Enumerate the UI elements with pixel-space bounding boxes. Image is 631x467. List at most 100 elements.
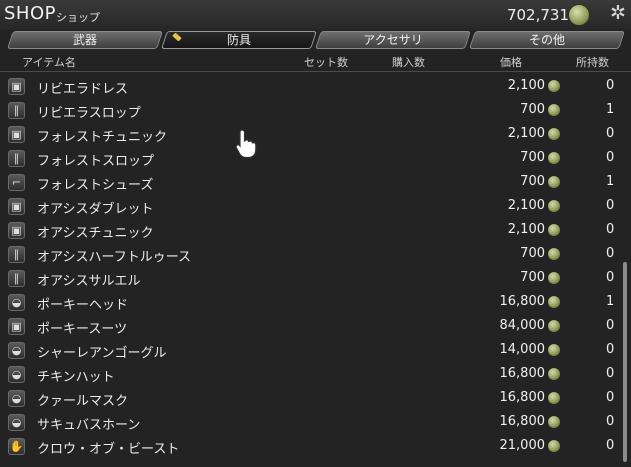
item-price: 84,000 <box>499 318 546 333</box>
item-name: リビエラドレス <box>37 82 129 97</box>
body-armor-icon: ▣ <box>8 126 25 143</box>
shop-item-row[interactable]: ✋ クロウ・オブ・ビースト 21,000 0 <box>0 434 631 458</box>
gil-coin-icon <box>548 296 560 308</box>
column-header: アイテム名 セット数 購入数 価格 所持数 <box>0 53 631 72</box>
head-armor-icon: ◒ <box>8 294 25 311</box>
shop-item-row[interactable]: ▣ リビエラドレス 2,100 0 <box>0 74 631 98</box>
item-owned-count: 1 <box>606 174 615 189</box>
tab-other[interactable]: その他 <box>469 31 625 49</box>
boots-icon: ⌐ <box>8 174 25 191</box>
category-tabs: 武器 防具 アクセサリ その他 <box>6 31 626 51</box>
item-name: オアシスハーフトルゥース <box>37 250 192 265</box>
item-owned-count: 0 <box>606 342 615 357</box>
scrollbar[interactable] <box>623 262 627 462</box>
item-owned-count: 0 <box>606 318 615 333</box>
item-name: クァールマスク <box>37 394 129 409</box>
body-armor-icon: ▣ <box>8 318 25 335</box>
legs-armor-icon: ∥ <box>8 270 25 287</box>
legs-armor-icon: ∥ <box>8 150 25 167</box>
item-price: 700 <box>520 150 545 165</box>
tab-label: 武器 <box>72 33 97 47</box>
column-owned: 所持数 <box>576 56 609 69</box>
shop-item-row[interactable]: ▣ オアシスチュニック 2,100 0 <box>0 218 631 242</box>
shop-item-row[interactable]: ◒ クァールマスク 16,800 0 <box>0 386 631 410</box>
gil-amount: 702,731 <box>506 6 569 24</box>
shop-item-row[interactable]: ∥ オアシスサルエル 700 0 <box>0 266 631 290</box>
item-owned-count: 0 <box>606 198 615 213</box>
item-owned-count: 0 <box>606 270 615 285</box>
item-owned-count: 1 <box>606 102 615 117</box>
item-name: オアシスサルエル <box>37 274 141 289</box>
gil-coin-icon <box>548 224 560 236</box>
item-owned-count: 0 <box>606 438 615 453</box>
item-name: ポーキーヘッド <box>37 298 129 313</box>
gil-coin-icon <box>548 152 560 164</box>
item-name: シャーレアンゴーグル <box>37 346 167 361</box>
shop-item-row[interactable]: ▣ フォレストチュニック 2,100 0 <box>0 122 631 146</box>
column-name[interactable]: アイテム名 <box>22 54 76 70</box>
item-name: サキュバスホーン <box>37 418 141 433</box>
item-owned-count: 0 <box>606 390 615 405</box>
item-price: 700 <box>520 246 545 261</box>
shop-item-row[interactable]: ∥ オアシスハーフトルゥース 700 0 <box>0 242 631 266</box>
column-price[interactable]: 価格 <box>500 54 522 70</box>
item-price: 16,800 <box>499 366 546 381</box>
item-price: 700 <box>520 102 545 117</box>
tab-armor[interactable]: 防具 <box>161 31 317 49</box>
tab-label: 防具 <box>226 33 251 47</box>
window-title: SHOP <box>4 3 56 24</box>
gloves-icon: ✋ <box>8 438 25 455</box>
legs-armor-icon: ∥ <box>8 246 25 263</box>
shop-item-row[interactable]: ∥ フォレストスロップ 700 0 <box>0 146 631 170</box>
item-name: リビエラスロップ <box>37 106 141 121</box>
gil-coin-icon <box>568 4 590 26</box>
item-owned-count: 0 <box>606 366 615 381</box>
shop-item-row[interactable]: ◒ サキュバスホーン 16,800 0 <box>0 410 631 434</box>
head-armor-icon: ◒ <box>8 414 25 431</box>
gil-coin-icon <box>548 176 560 188</box>
item-price: 2,100 <box>507 78 545 93</box>
item-name: ポーキースーツ <box>37 322 128 337</box>
item-owned-count: 0 <box>606 126 615 141</box>
gil-coin-icon <box>548 200 560 212</box>
gil-coin-icon <box>548 320 560 332</box>
window-subtitle: ショップ <box>56 11 100 24</box>
item-name: フォレストチュニック <box>37 130 168 145</box>
item-name: フォレストスロップ <box>37 154 155 169</box>
tab-label: アクセサリ <box>363 33 423 47</box>
item-list: ▣ リビエラドレス 2,100 0 ∥ リビエラスロップ 700 1 ▣ フォレストチュニック 2,… <box>0 74 631 458</box>
item-price: 14,000 <box>499 342 546 357</box>
item-price: 2,100 <box>507 198 545 213</box>
item-owned-count: 0 <box>606 414 615 429</box>
shop-item-row[interactable]: ⌐ フォレストシューズ 700 1 <box>0 170 631 194</box>
column-purchase-count: 購入数 <box>392 56 425 69</box>
body-armor-icon: ▣ <box>8 222 25 239</box>
item-owned-count: 0 <box>606 78 615 93</box>
column-set-count: セット数 <box>304 56 348 69</box>
shop-item-row[interactable]: ◒ チキンハット 16,800 0 <box>0 362 631 386</box>
item-price: 16,800 <box>499 414 546 429</box>
gil-coin-icon <box>548 248 560 260</box>
close-icon[interactable]: ✲ <box>608 3 628 23</box>
tab-accessories[interactable]: アクセサリ <box>315 31 471 49</box>
item-name: クロウ・オブ・ビースト <box>37 442 180 457</box>
item-price: 16,800 <box>499 390 546 405</box>
shop-item-row[interactable]: ∥ リビエラスロップ 700 1 <box>0 98 631 122</box>
item-price: 21,000 <box>499 438 546 453</box>
gil-coin-icon <box>548 272 560 284</box>
item-price: 16,800 <box>499 294 546 309</box>
head-armor-icon: ◒ <box>8 390 25 407</box>
item-price: 2,100 <box>507 222 545 237</box>
shop-item-row[interactable]: ◒ シャーレアンゴーグル 14,000 0 <box>0 338 631 362</box>
shop-item-row[interactable]: ▣ ポーキースーツ 84,000 0 <box>0 314 631 338</box>
hand-cursor-icon <box>235 129 257 159</box>
shop-item-row[interactable]: ◒ ポーキーヘッド 16,800 1 <box>0 290 631 314</box>
tab-weapons[interactable]: 武器 <box>7 31 163 49</box>
shop-item-row[interactable]: ▣ オアシスダブレット 2,100 0 <box>0 194 631 218</box>
item-price: 2,100 <box>507 126 545 141</box>
gil-coin-icon <box>548 416 560 428</box>
item-owned-count: 1 <box>606 294 615 309</box>
head-armor-icon: ◒ <box>8 366 25 383</box>
gil-coin-icon <box>548 128 560 140</box>
gil-coin-icon <box>548 344 560 356</box>
